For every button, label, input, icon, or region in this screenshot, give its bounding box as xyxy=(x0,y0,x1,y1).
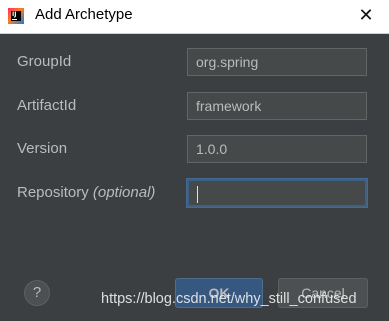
artifact-id-input[interactable]: framework xyxy=(187,92,367,120)
intellij-app-icon: IJ xyxy=(8,8,24,24)
title-bar: IJ Add Archetype ✕ xyxy=(0,0,389,34)
version-label: Version xyxy=(17,140,68,157)
watermark-url: https://blog.csdn.net/why_still_confused xyxy=(101,291,357,307)
repository-input[interactable] xyxy=(187,179,367,207)
dialog-title: Add Archetype xyxy=(35,6,133,23)
artifact-id-label: ArtifactId xyxy=(17,97,77,114)
close-icon[interactable]: ✕ xyxy=(356,6,376,26)
repository-label-hint: (optional) xyxy=(92,184,156,201)
version-input[interactable]: 1.0.0 xyxy=(187,135,367,163)
text-caret xyxy=(197,185,198,203)
repository-label-text: Repository xyxy=(17,184,93,201)
group-id-input[interactable]: org.spring xyxy=(187,48,367,76)
repository-label: Repository (optional) xyxy=(17,184,155,201)
group-id-label: GroupId xyxy=(17,53,72,70)
help-button[interactable]: ? xyxy=(24,280,50,306)
